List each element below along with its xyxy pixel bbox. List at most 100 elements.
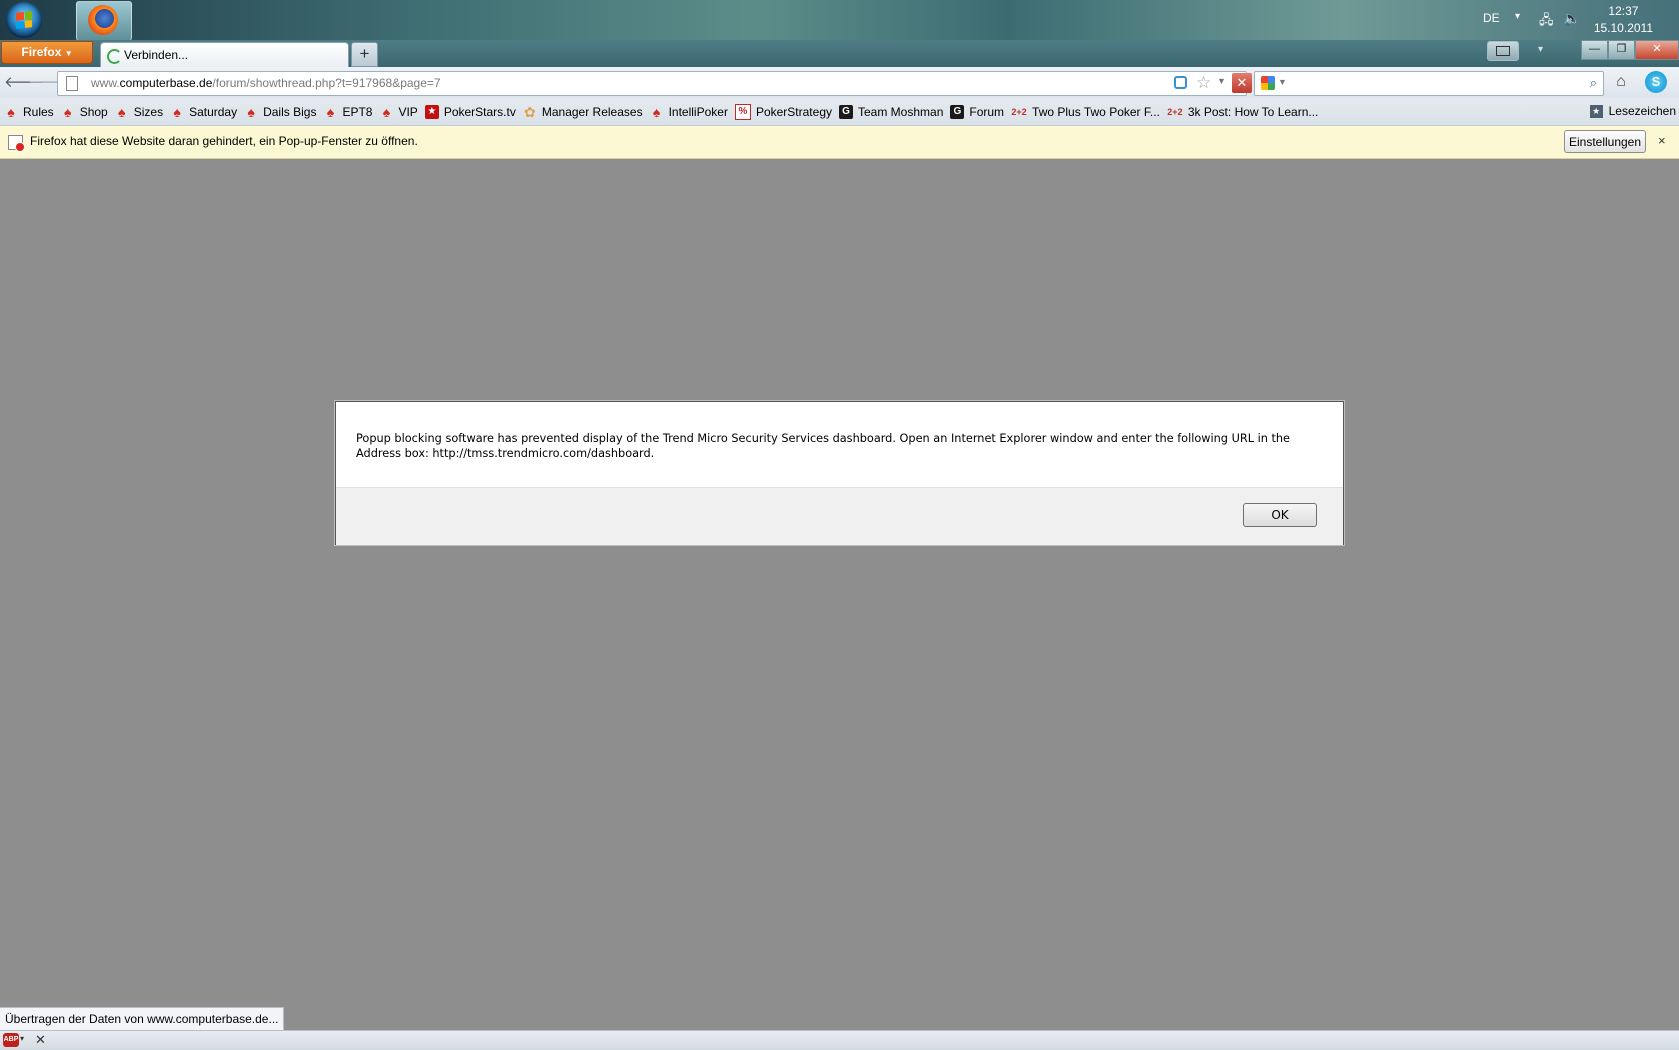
loading-spinner-icon [107, 49, 122, 64]
firefox-menu-label: Firefox [21, 45, 62, 59]
addon-bar: ABP ▾ ✕ [0, 1030, 1679, 1050]
navigation-toolbar: 🡐 🡒 www.computerbase.de/forum/showthread… [0, 67, 1679, 99]
tray-overflow-icon[interactable]: ▾ [1515, 11, 1520, 22]
clock-time: 12:37 [1608, 4, 1639, 18]
google-icon[interactable] [1261, 76, 1275, 90]
bookmark-label: 3k Post: How To Learn... [1187, 104, 1319, 119]
windows-logo-icon [16, 11, 32, 29]
bookmark-item[interactable]: ♠ Rules [4, 103, 54, 120]
tray-clock[interactable]: 12:37 15.10.2011 [1594, 3, 1653, 37]
popup-blocked-notification: Firefox hat diese Website daran gehinder… [0, 126, 1679, 159]
url-domain: computerbase.de [119, 76, 213, 90]
bookmark-label: EPT8 [342, 104, 373, 119]
url-bar[interactable]: www.computerbase.de/forum/showthread.php… [57, 71, 1252, 96]
bookmark-label: VIP [398, 104, 418, 119]
bookmark-item[interactable]: ✿ Manager Releases [523, 105, 643, 119]
network-icon[interactable]: 🖧 [1539, 11, 1554, 33]
close-icon[interactable]: × [1658, 133, 1666, 148]
gear-icon: ✿ [523, 103, 536, 120]
forward-button[interactable]: 🡒 [28, 73, 68, 93]
bookmark-item[interactable]: ♠ Saturday [170, 105, 237, 119]
clock-date: 15.10.2011 [1593, 21, 1653, 35]
pokerstars-spade-icon: ♠ [63, 103, 72, 120]
bookmarks-toolbar: ♠ Rules ♠ Shop ♠ Sizes ♠ Saturday ♠ Dails Bigs ♠ EP… [0, 98, 1679, 126]
bookmark-star-icon[interactable]: ☆ [1196, 73, 1211, 93]
bookmark-label: Manager Releases [541, 104, 643, 119]
bookmark-label: Dails Bigs [263, 104, 317, 119]
tab-active[interactable]: Verbinden... [100, 42, 349, 68]
pokerstars-spade-icon: ♠ [7, 103, 15, 120]
windows-start-button[interactable] [6, 2, 42, 38]
adblock-dropdown-icon[interactable]: ▾ [20, 1034, 24, 1043]
url-history-dropdown-icon[interactable]: ▼ [1217, 76, 1226, 86]
bookmark-item[interactable]: ♠ IntelliPoker [650, 105, 728, 119]
window-controls: — ❐ ✕ [1581, 40, 1679, 60]
twoplustwo-icon: 2+2 [1167, 106, 1183, 117]
bookmark-item[interactable]: ★ PokerStars.tv [424, 104, 516, 119]
bookmark-label: Sizes [133, 104, 164, 119]
stop-button[interactable]: ✕ [1232, 73, 1252, 93]
pokerstars-spade-icon: ♠ [118, 103, 126, 120]
bookmark-item[interactable]: ♠ Dails Bigs [244, 105, 316, 119]
ok-button[interactable]: OK [1243, 503, 1317, 527]
dialog-message: Popup blocking software has prevented di… [356, 432, 1291, 460]
url-prefix: www. [91, 76, 120, 90]
bookmark-item[interactable]: ♠ EPT8 [323, 103, 373, 120]
bookmark-label: Saturday [189, 104, 238, 119]
bookmark-item[interactable]: ♠ Shop [61, 105, 108, 119]
tab-title: Verbinden... [124, 48, 189, 62]
search-input[interactable]: ▼ ⌕ [1254, 71, 1604, 96]
bookmark-item[interactable]: % PokerStrategy [734, 103, 832, 120]
minimize-button[interactable]: — [1581, 40, 1608, 60]
bookmark-label: IntelliPoker [668, 104, 728, 119]
chevron-down-icon: ▼ [64, 49, 73, 58]
bookmark-item[interactable]: G Forum [950, 104, 1005, 119]
bookmark-label: Shop [79, 104, 108, 119]
bookmark-label: Rules [23, 104, 54, 119]
firefox-menu-button[interactable]: Firefox ▼ [1, 41, 93, 64]
bookmark-item[interactable]: 2+2 Two Plus Two Poker F... [1011, 105, 1159, 119]
bookmark-item[interactable]: G Team Moshman [839, 104, 944, 119]
bookmark-label: Team Moshman [858, 104, 944, 119]
adblock-plus-icon[interactable]: ABP [3, 1033, 19, 1047]
url-text: www.computerbase.de/forum/showthread.php… [91, 76, 441, 90]
close-button[interactable]: ✕ [1635, 40, 1679, 60]
back-button[interactable]: 🡐 [4, 73, 44, 93]
bookmark-item[interactable]: 2+2 3k Post: How To Learn... [1167, 104, 1319, 119]
bookmarks-menu-button[interactable]: ★ Lesezeichen [1589, 104, 1676, 118]
tab-groups-button[interactable] [1487, 41, 1519, 61]
search-engine-dropdown-icon[interactable]: ▼ [1278, 77, 1287, 87]
bookmark-label: Forum [969, 104, 1005, 119]
settings-button[interactable]: Einstellungen [1564, 130, 1646, 153]
refresh-feed-icon[interactable] [1174, 76, 1187, 89]
tab-list-button[interactable]: ▾ [1538, 44, 1543, 55]
pokerstars-spade-icon: ♠ [652, 103, 661, 120]
url-path: /forum/showthread.php?t=917968&page=7 [212, 76, 441, 90]
language-indicator[interactable]: DE [1483, 11, 1500, 25]
pokerstars-spade-icon: ♠ [382, 103, 391, 120]
restore-button[interactable]: ❐ [1608, 40, 1635, 60]
bookmark-label: PokerStars.tv [443, 104, 516, 119]
pokerstars-tv-icon: ★ [424, 104, 439, 119]
windows-taskbar: DE ▾ 🖧 🔈 12:37 15.10.2011 [0, 0, 1679, 41]
firefox-logo-icon [88, 5, 118, 35]
volume-icon[interactable]: 🔈 [1563, 10, 1580, 27]
system-tray: DE ▾ 🖧 🔈 12:37 15.10.2011 [1469, 0, 1679, 40]
taskbar-firefox-button[interactable] [76, 1, 132, 41]
g-icon: G [839, 104, 853, 119]
bookmarks-star-icon: ★ [1589, 104, 1603, 118]
new-tab-button[interactable]: + [351, 42, 378, 67]
bookmark-item[interactable]: ♠ VIP [379, 103, 418, 120]
pokerstars-spade-icon: ♠ [326, 103, 335, 120]
addon-bar-close-icon[interactable]: ✕ [35, 1032, 46, 1048]
bookmark-label: PokerStrategy [755, 104, 832, 119]
pokerstrategy-icon: % [734, 103, 751, 120]
search-icon[interactable]: ⌕ [1590, 75, 1597, 91]
notification-message: Firefox hat diese Website daran gehinder… [30, 134, 418, 148]
home-button[interactable]: ⌂ [1610, 71, 1632, 93]
alert-dialog: Popup blocking software has prevented di… [335, 401, 1344, 545]
twoplustwo-icon: 2+2 [1011, 106, 1027, 117]
pokerstars-spade-icon: ♠ [247, 103, 255, 120]
bookmark-item[interactable]: ♠ Sizes [115, 105, 163, 119]
skype-button[interactable]: S [1645, 71, 1667, 93]
